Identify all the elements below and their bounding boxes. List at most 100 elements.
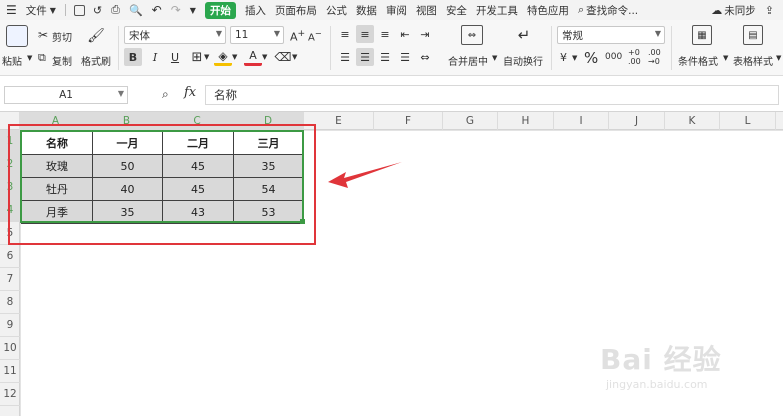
conditional-format-icon[interactable]: ▦ [692,25,712,45]
percent-button[interactable]: % [584,49,598,67]
table-cell[interactable]: 35 [92,200,163,224]
copy-button[interactable]: 复制 [52,53,72,68]
hamburger-icon[interactable]: ☰ [6,3,17,17]
print-preview-icon[interactable]: 🔍 [129,4,143,17]
decrease-font-icon[interactable]: A− [308,28,322,43]
copy-icon[interactable]: ⧉ [38,51,46,65]
format-painter-button[interactable]: 格式刷 [81,53,111,68]
table-cell[interactable]: 45 [162,154,234,178]
align-bottom-icon[interactable]: ≡ [376,25,394,43]
table-style-icon[interactable]: ▤ [743,25,763,45]
merge-center-button[interactable]: 合并居中 [448,53,488,68]
table-cell[interactable]: 53 [233,200,304,224]
cloud-icon[interactable]: ☁ [711,4,722,17]
table-cell[interactable]: 牡丹 [21,177,93,201]
chevron-down-icon[interactable]: ▼ [50,6,56,15]
more-icon[interactable]: ▼ [190,6,196,15]
column-header-g[interactable]: G [443,112,498,130]
row-header-1[interactable]: 1 [0,130,20,153]
column-header-d[interactable]: D [233,112,304,130]
formula-input[interactable]: 名称 [205,85,779,105]
column-header-h[interactable]: H [498,112,554,130]
chevron-down-icon[interactable]: ▼ [572,54,577,62]
search-command[interactable]: 查找命令... [586,3,638,18]
insert-function-button[interactable]: fx [184,85,196,100]
save-icon[interactable] [73,4,85,16]
tab-page-layout[interactable]: 页面布局 [275,3,317,18]
increase-font-icon[interactable]: A+ [290,28,305,44]
row-header-9[interactable]: 9 [0,314,20,337]
table-header-cell[interactable]: 名称 [21,131,93,155]
tab-insert[interactable]: 插入 [245,3,266,18]
name-box[interactable]: A1 ▼ [4,86,128,104]
undo-icon[interactable]: ↶ [152,3,162,17]
row-header-3[interactable]: 3 [0,176,20,199]
row-header-10[interactable]: 10 [0,337,20,360]
table-cell[interactable]: 54 [233,177,304,201]
merge-center-icon[interactable]: ⇔ [461,25,483,45]
eraser-icon[interactable]: ⌫ [274,48,292,66]
column-header-a[interactable]: A [20,112,92,130]
chevron-down-icon[interactable]: ▼ [292,53,297,61]
tab-view[interactable]: 视图 [416,3,437,18]
decrease-decimal-icon[interactable]: .00 →0 [648,48,661,66]
align-top-icon[interactable]: ≡ [336,25,354,43]
chevron-down-icon[interactable]: ▼ [262,53,267,61]
font-color-button[interactable]: A [244,48,262,66]
conditional-format-button[interactable]: 条件格式 [678,53,718,68]
select-all-corner[interactable] [0,112,20,130]
fill-handle[interactable] [300,219,305,224]
currency-icon[interactable]: ¥ [560,51,567,64]
table-cell[interactable]: 50 [92,154,163,178]
indent-decrease-icon[interactable]: ⇤ [396,25,414,43]
column-header-e[interactable]: E [304,112,374,130]
tab-formula[interactable]: 公式 [326,3,347,18]
chevron-down-icon[interactable]: ▼ [204,53,209,61]
cut-button[interactable]: 剪切 [52,29,72,44]
chevron-down-icon[interactable]: ▼ [492,54,497,62]
italic-button[interactable]: I [146,48,164,66]
row-header-8[interactable]: 8 [0,291,20,314]
align-right-icon[interactable]: ☰ [376,48,394,66]
sync-status[interactable]: 未同步 [724,3,756,18]
table-cell[interactable]: 40 [92,177,163,201]
column-header-c[interactable]: C [162,112,233,130]
table-cell[interactable]: 玫瑰 [21,154,93,178]
row-header-6[interactable]: 6 [0,245,20,268]
tab-start[interactable]: 开始 [204,1,236,19]
fill-color-icon[interactable]: ◈ [214,48,232,66]
wrap-text-icon[interactable]: ↵ [513,25,535,45]
number-format-select[interactable]: 常规 ▼ [557,26,665,44]
menu-file[interactable]: 文件 [26,3,47,18]
tab-developer[interactable]: 开发工具 [476,3,518,18]
table-style-button[interactable]: 表格样式 [733,53,773,68]
tab-features[interactable]: 特色应用 [527,3,569,18]
increase-decimal-icon[interactable]: +0.00 [628,48,641,66]
distribute-icon[interactable]: ⇔ [416,48,434,66]
paste-dropdown-icon[interactable]: ▼ [27,54,32,62]
column-header-l[interactable]: L [720,112,776,130]
zoom-lookup-icon[interactable]: ⌕ [162,87,169,102]
bold-button[interactable]: B [124,48,142,66]
thousands-button[interactable]: 000 [605,52,622,62]
chevron-down-icon[interactable]: ▼ [723,54,728,62]
underline-button[interactable]: U [166,48,184,66]
column-header-k[interactable]: K [665,112,720,130]
paste-icon[interactable] [6,25,28,47]
table-cell[interactable]: 45 [162,177,234,201]
align-center-icon[interactable]: ☰ [356,48,374,66]
row-header-4[interactable]: 4 [0,199,20,222]
row-header-12[interactable]: 12 [0,383,20,406]
column-header-j[interactable]: J [609,112,665,130]
justify-icon[interactable]: ☰ [396,48,414,66]
redo-icon[interactable]: ↷ [171,3,181,17]
row-header-7[interactable]: 7 [0,268,20,291]
format-painter-icon[interactable]: 🖌 [87,26,105,46]
table-cell[interactable]: 月季 [21,200,93,224]
font-name-select[interactable]: 宋体 ▼ [124,26,226,44]
search-icon[interactable]: ⌕ [578,3,584,17]
chevron-down-icon[interactable]: ▼ [776,54,781,62]
table-cell[interactable]: 35 [233,154,304,178]
table-header-cell[interactable]: 一月 [92,131,163,155]
tab-security[interactable]: 安全 [446,3,467,18]
